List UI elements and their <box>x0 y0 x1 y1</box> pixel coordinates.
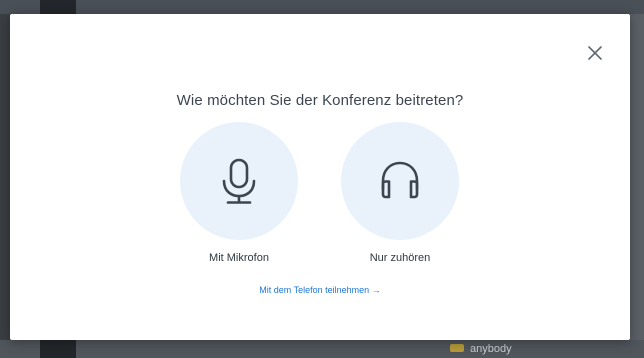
listen-only-option-label: Nur zuhören <box>369 252 431 264</box>
listen-only-option[interactable]: Nur zuhören <box>340 122 460 264</box>
headphones-icon <box>381 161 419 199</box>
microphone-option-label: Mit Mikrofon <box>209 252 269 264</box>
close-button[interactable] <box>584 42 606 64</box>
right-panel-edge <box>630 14 644 340</box>
join-by-phone-link[interactable]: Mit dem Telefon teilnehmen → <box>10 285 630 295</box>
bottom-bar-icon <box>450 344 464 352</box>
join-audio-modal: Wie möchten Sie der Konferenz beitreten?… <box>10 14 630 340</box>
microphone-icon <box>222 158 256 204</box>
bottom-bar-block <box>40 340 76 358</box>
listen-only-option-circle[interactable] <box>341 122 459 240</box>
top-toolbar-strip <box>0 0 644 14</box>
microphone-option[interactable]: Mit Mikrofon <box>179 122 299 264</box>
bottom-bar <box>0 340 644 358</box>
modal-title: Wie möchten Sie der Konferenz beitreten? <box>176 92 464 109</box>
bottom-bar-text: anybody <box>470 343 512 355</box>
toolbar-block <box>40 0 76 14</box>
close-icon <box>588 46 602 60</box>
microphone-option-circle[interactable] <box>180 122 298 240</box>
